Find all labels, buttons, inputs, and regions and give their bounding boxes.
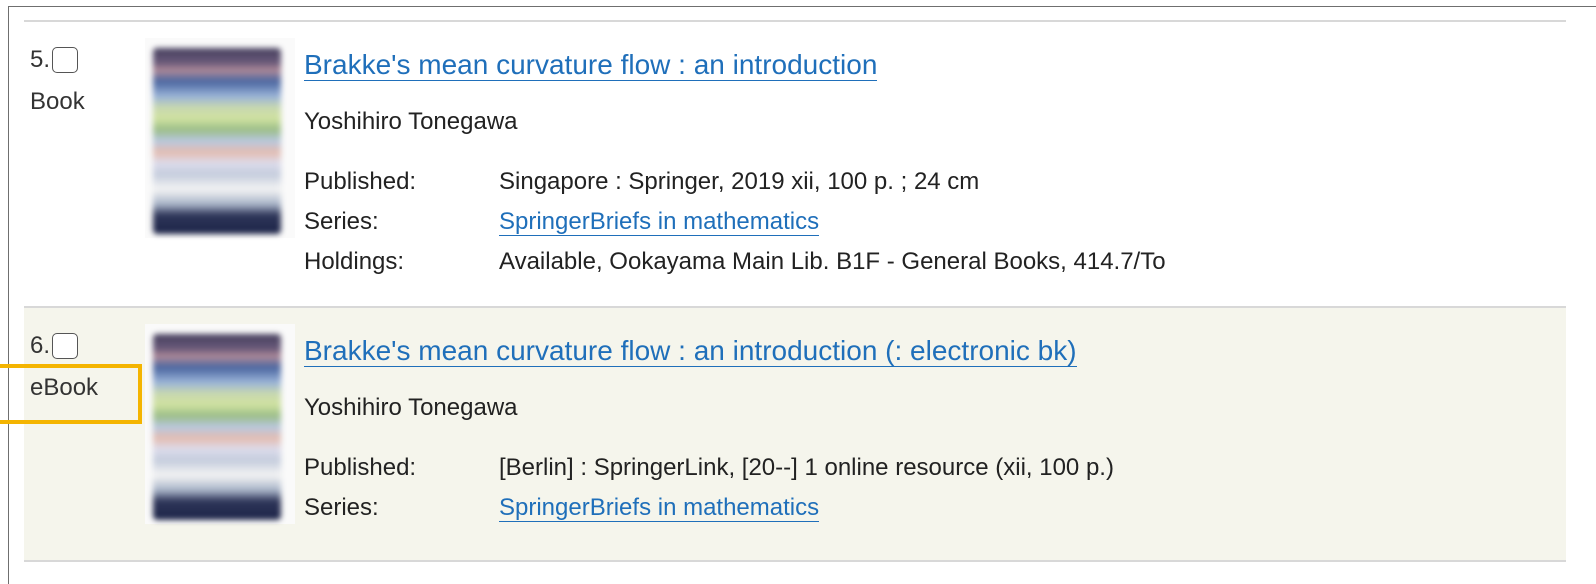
select-checkbox[interactable] <box>52 47 79 73</box>
result-number: 5. <box>30 46 79 74</box>
published-label: Published: <box>304 168 417 195</box>
published-value: Singapore : Springer, 2019 xii, 100 p. ;… <box>499 168 980 195</box>
material-type: Book <box>30 88 85 115</box>
select-checkbox[interactable] <box>52 333 79 359</box>
series-link[interactable]: SpringerBriefs in mathematics <box>499 208 820 236</box>
book-cover-thumbnail[interactable] <box>145 324 295 524</box>
result-metadata: Published: Singapore : Springer, 2019 xi… <box>304 162 1166 282</box>
result-title-link[interactable]: Brakke's mean curvature flow : an introd… <box>304 336 1077 367</box>
book-cover-thumbnail[interactable] <box>145 38 295 238</box>
material-type: eBook <box>30 374 99 401</box>
result-number: 6. <box>30 332 79 360</box>
cover-image <box>153 334 281 520</box>
series-label: Series: <box>304 494 379 521</box>
result-metadata: Published: [Berlin] : SpringerLink, [20-… <box>304 448 1114 528</box>
published-row: Published: Singapore : Springer, 2019 xi… <box>304 162 1166 202</box>
series-row: Series: SpringerBriefs in mathematics <box>304 202 1166 242</box>
published-label: Published: <box>304 454 417 481</box>
published-value: [Berlin] : SpringerLink, [20--] 1 online… <box>499 454 1114 481</box>
series-link[interactable]: SpringerBriefs in mathematics <box>499 494 820 522</box>
holdings-row: Holdings: Available, Ookayama Main Lib. … <box>304 242 1166 282</box>
result-title-link[interactable]: Brakke's mean curvature flow : an introd… <box>304 50 878 81</box>
cover-image <box>153 48 281 234</box>
result-item: 6. eBook Brakke's mean curvature flow : … <box>24 308 1566 560</box>
result-item: 5. Book Brakke's mean curvature flow : a… <box>24 22 1566 306</box>
result-author: Yoshihiro Tonegawa <box>304 108 518 135</box>
result-author: Yoshihiro Tonegawa <box>304 394 518 421</box>
series-label: Series: <box>304 208 379 235</box>
holdings-label: Holdings: <box>304 248 405 275</box>
holdings-value: Available, Ookayama Main Lib. B1F - Gene… <box>499 248 1166 275</box>
series-row: Series: SpringerBriefs in mathematics <box>304 488 1114 528</box>
published-row: Published: [Berlin] : SpringerLink, [20-… <box>304 448 1114 488</box>
divider <box>24 560 1566 562</box>
